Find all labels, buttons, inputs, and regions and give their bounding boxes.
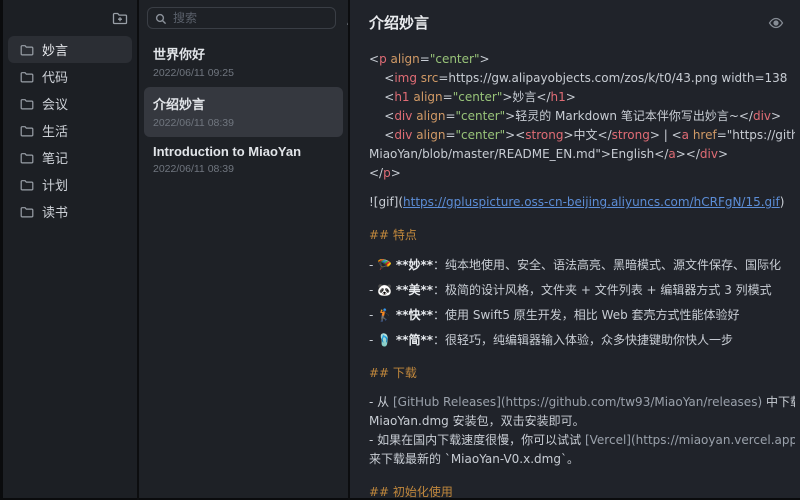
editor-line: <h1 align="center">妙言</h1> xyxy=(369,88,795,107)
miaoyan-app: { "sidebar": { "new_folder_icon": "new-f… xyxy=(0,0,800,500)
folder-sidebar: 妙言代码会议生活笔记计划读书 xyxy=(0,0,137,500)
editor-line: - 🪂 **妙**：纯本地使用、安全、语法高亮、黑暗模式、源文件保存、国际化 xyxy=(369,256,795,275)
folder-label: 生活 xyxy=(42,121,68,140)
note-list-item[interactable]: 世界你好 2022/06/11 09:25 xyxy=(144,37,343,87)
sidebar-folder-item[interactable]: 代码 xyxy=(8,63,132,90)
editor-line: - 🏌 **快**：使用 Swift5 原生开发，相比 Web 套壳方式性能体验… xyxy=(369,306,795,325)
editor-line: ## 下载 xyxy=(369,364,795,383)
search-box[interactable] xyxy=(147,7,336,29)
folder-label: 会议 xyxy=(42,94,68,113)
note-item-title: 世界你好 xyxy=(153,44,334,63)
folder-label: 笔记 xyxy=(42,148,68,167)
sidebar-folder-item[interactable]: 读书 xyxy=(8,198,132,225)
folder-label: 读书 xyxy=(42,202,68,221)
editor-line: <img src=https://gw.alipayobjects.com/zo… xyxy=(369,69,795,88)
editor-line: <div align="center"><strong>中文</strong> … xyxy=(369,126,795,145)
editor-line: 来下载最新的 `MiaoYan-V0.x.dmg`。 xyxy=(369,450,795,469)
search-icon xyxy=(155,12,167,24)
editor-titlebar: 介绍妙言 xyxy=(369,12,800,33)
note-item-title: Introduction to MiaoYan xyxy=(153,144,334,159)
note-list-item[interactable]: Introduction to MiaoYan 2022/06/11 08:39 xyxy=(144,137,343,183)
sidebar-folder-item[interactable]: 笔记 xyxy=(8,144,132,171)
folder-icon xyxy=(20,151,34,165)
search-input[interactable] xyxy=(173,11,328,25)
editor-line: MiaoYan.dmg 安装包，双击安装即可。 xyxy=(369,412,795,431)
note-item-date: 2022/06/11 08:39 xyxy=(153,163,334,175)
folder-list: 妙言代码会议生活笔记计划读书 xyxy=(3,36,137,225)
folder-icon xyxy=(20,178,34,192)
folder-label: 代码 xyxy=(42,67,68,86)
folder-label: 妙言 xyxy=(42,40,68,59)
note-list-item[interactable]: 介绍妙言 2022/06/11 08:39 xyxy=(144,87,343,137)
editor-line: </p> xyxy=(369,164,795,183)
note-list-toolbar xyxy=(139,0,348,33)
sidebar-folder-item[interactable]: 妙言 xyxy=(8,36,132,63)
folder-icon xyxy=(20,70,34,84)
editor-line: ## 初始化使用 xyxy=(369,483,795,500)
note-title: 介绍妙言 xyxy=(369,12,429,33)
sidebar-folder-item[interactable]: 会议 xyxy=(8,90,132,117)
sidebar-folder-item[interactable]: 计划 xyxy=(8,171,132,198)
editor-line: - 如果在国内下载速度很慢，你可以试试 [Vercel](https://mia… xyxy=(369,431,795,450)
note-list-panel: 世界你好 2022/06/11 09:25 介绍妙言 2022/06/11 08:39… xyxy=(139,0,348,500)
folder-label: 计划 xyxy=(42,175,68,194)
note-item-date: 2022/06/11 09:25 xyxy=(153,67,334,79)
folder-icon xyxy=(20,124,34,138)
editor-line: ![gif](https://gpluspicture.oss-cn-beiji… xyxy=(369,193,795,212)
new-folder-icon[interactable] xyxy=(112,10,128,26)
editor-line: - 🐼 **美**：极简的设计风格，文件夹 + 文件列表 + 编辑器方式 3 列… xyxy=(369,281,795,300)
eye-icon[interactable] xyxy=(768,15,784,31)
folder-icon xyxy=(20,97,34,111)
editor-line: ## 特点 xyxy=(369,226,795,245)
editor-line: - 从 [GitHub Releases](https://github.com… xyxy=(369,393,795,412)
editor-line: MiaoYan/blob/master/README_EN.md">Englis… xyxy=(369,145,795,164)
note-list: 世界你好 2022/06/11 09:25 介绍妙言 2022/06/11 08:39… xyxy=(139,37,348,183)
editor-panel: 介绍妙言 <p align="center"> <img src=https:/… xyxy=(350,0,800,500)
folder-icon xyxy=(20,205,34,219)
sidebar-toolbar xyxy=(3,0,137,36)
note-item-title: 介绍妙言 xyxy=(153,94,334,113)
folder-icon xyxy=(20,43,34,57)
editor-content[interactable]: <p align="center"> <img src=https://gw.a… xyxy=(369,50,800,500)
editor-line: <div align="center">轻灵的 Markdown 笔记本伴你写出… xyxy=(369,107,795,126)
note-item-date: 2022/06/11 08:39 xyxy=(153,117,334,129)
sidebar-folder-item[interactable]: 生活 xyxy=(8,117,132,144)
editor-line: <p align="center"> xyxy=(369,50,795,69)
editor-line: - 🩴 **简**：很轻巧，纯编辑器输入体验，众多快捷键助你快人一步 xyxy=(369,331,795,350)
